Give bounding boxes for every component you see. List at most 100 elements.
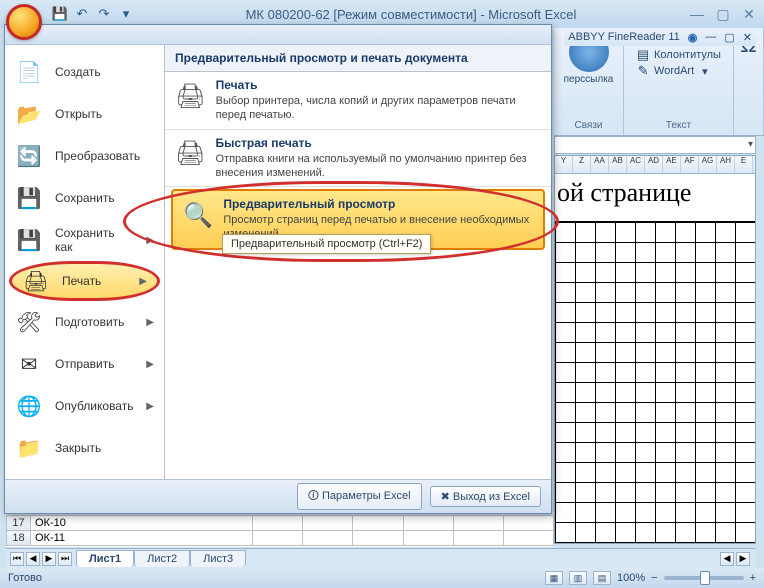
menu-item-отправить[interactable]: ✉Отправить▶: [5, 343, 164, 385]
formula-bar: ▾: [554, 136, 756, 154]
redo-icon[interactable]: ↷: [96, 6, 112, 22]
addin-tab-bar: ABBYY FineReader 11 ◉ — ▢ ✕: [564, 28, 756, 46]
office-menu-right: Предварительный просмотр и печать докуме…: [165, 45, 551, 479]
zoom-in-icon[interactable]: +: [750, 572, 756, 584]
cell[interactable]: ОК-10: [31, 516, 253, 531]
sheet-tab-bar: ⏮ ◀ ▶ ⏭ Лист1 Лист2 Лист3 ◀ ▶: [6, 548, 756, 568]
links-group-label: Связи: [574, 120, 602, 131]
sheet-tab[interactable]: Лист3: [190, 550, 246, 567]
menu-item-label: Печать: [62, 274, 127, 288]
menu-item-icon: 📄: [15, 58, 43, 86]
menu-item-закрыть[interactable]: 📁Закрыть: [5, 427, 164, 469]
row-header[interactable]: 17: [7, 516, 31, 531]
column-header[interactable]: AE: [663, 156, 681, 173]
ribbon-restore-icon[interactable]: ▢: [724, 31, 734, 44]
chevron-right-icon: ▶: [139, 276, 147, 287]
view-layout-icon[interactable]: ▥: [569, 571, 587, 585]
hscroll-left-icon[interactable]: ◀: [720, 552, 734, 566]
sheet-tab[interactable]: Лист2: [134, 550, 190, 567]
abbyy-tab[interactable]: ABBYY FineReader 11: [568, 31, 680, 43]
menu-item-icon: 🖨: [22, 267, 50, 295]
office-menu: 📄Создать📂Открыть🔄Преобразовать💾Сохранить…: [4, 24, 552, 514]
column-header[interactable]: AG: [699, 156, 717, 173]
column-header[interactable]: AH: [717, 156, 735, 173]
tab-next-icon[interactable]: ▶: [42, 552, 56, 566]
column-header[interactable]: E: [735, 156, 753, 173]
column-header[interactable]: AF: [681, 156, 699, 173]
menu-item-icon: 🔄: [15, 142, 43, 170]
save-icon[interactable]: 💾: [52, 6, 68, 22]
submenu-item[interactable]: 🖨Быстрая печатьОтправка книги на использ…: [165, 130, 551, 188]
column-header[interactable]: AA: [591, 156, 609, 173]
options-icon: 🛈: [308, 490, 322, 502]
column-header[interactable]: AC: [627, 156, 645, 173]
exit-excel-button[interactable]: ✖ Выход из Excel: [430, 486, 541, 507]
tooltip: Предварительный просмотр (Ctrl+F2): [222, 234, 431, 254]
menu-item-печать[interactable]: 🖨 Печать ▶: [9, 261, 160, 301]
minimize-icon[interactable]: —: [688, 6, 706, 22]
menu-item-открыть[interactable]: 📂Открыть: [5, 93, 164, 135]
close-icon[interactable]: ✕: [740, 6, 758, 22]
column-header[interactable]: Y: [555, 156, 573, 173]
cell-content[interactable]: ой странице: [555, 174, 755, 222]
office-button[interactable]: [6, 4, 42, 40]
qat-dropdown-icon[interactable]: ▾: [118, 6, 134, 22]
help-icon[interactable]: ◉: [688, 31, 698, 44]
chevron-right-icon: ▶: [146, 235, 154, 246]
column-header[interactable]: Z: [573, 156, 591, 173]
table-row[interactable]: 18ОК-11: [7, 531, 554, 546]
menu-item-сохранить как[interactable]: 💾Сохранить как▶: [5, 219, 164, 261]
row-header[interactable]: 18: [7, 531, 31, 546]
submenu-item-icon: 🔍: [183, 197, 213, 233]
window-controls: — ▢ ✕: [688, 6, 758, 22]
wordart-button[interactable]: ✎WordArt▾: [636, 64, 708, 78]
formula-expand-icon[interactable]: ▾: [748, 139, 753, 150]
table-row[interactable]: 17ОК-10: [7, 516, 554, 531]
ribbon-minimize-icon[interactable]: —: [705, 31, 716, 43]
header-footer-icon: ▤: [636, 48, 650, 62]
worksheet[interactable]: YZAAABACADAEAFAGAHE ой странице: [554, 155, 756, 544]
status-bar: Готово ▦ ▥ ▤ 100% − +: [0, 568, 764, 588]
hyperlink-label: перссылка: [564, 74, 614, 85]
status-ready: Готово: [8, 572, 42, 584]
menu-item-label: Опубликовать: [55, 399, 134, 413]
grid-cells[interactable]: [555, 222, 755, 543]
tab-first-icon[interactable]: ⏮: [10, 552, 24, 566]
undo-icon[interactable]: ↶: [74, 6, 90, 22]
menu-item-сохранить[interactable]: 💾Сохранить: [5, 177, 164, 219]
zoom-slider[interactable]: [664, 576, 744, 580]
cell[interactable]: ОК-11: [31, 531, 253, 546]
excel-options-button[interactable]: 🛈 Параметры Excel: [297, 483, 422, 510]
menu-item-icon: 🌐: [15, 392, 43, 420]
view-normal-icon[interactable]: ▦: [545, 571, 563, 585]
menu-item-опубликовать[interactable]: 🌐Опубликовать▶: [5, 385, 164, 427]
submenu-item-title: Быстрая печать: [215, 136, 541, 150]
column-header[interactable]: AB: [609, 156, 627, 173]
menu-item-преобразовать[interactable]: 🔄Преобразовать: [5, 135, 164, 177]
maximize-icon[interactable]: ▢: [714, 6, 732, 22]
menu-item-label: Открыть: [55, 107, 154, 121]
office-menu-header-strip: [5, 25, 551, 45]
header-footer-button[interactable]: ▤Колонтитулы: [636, 48, 721, 62]
menu-item-icon: 🛠: [15, 308, 43, 336]
menu-item-подготовить[interactable]: 🛠Подготовить▶: [5, 301, 164, 343]
exit-icon: ✖: [441, 491, 453, 503]
submenu-item[interactable]: 🖨ПечатьВыбор принтера, числа копий и дру…: [165, 72, 551, 130]
hscroll-right-icon[interactable]: ▶: [736, 552, 750, 566]
sheet-tab[interactable]: Лист1: [76, 550, 134, 567]
column-header[interactable]: AD: [645, 156, 663, 173]
chevron-down-icon: ▾: [702, 65, 708, 78]
tab-prev-icon[interactable]: ◀: [26, 552, 40, 566]
visible-rows: 17ОК-10 18ОК-11: [6, 515, 554, 547]
column-headers: YZAAABACADAEAFAGAHE: [555, 156, 755, 174]
menu-item-label: Сохранить: [55, 191, 154, 205]
menu-item-создать[interactable]: 📄Создать: [5, 51, 164, 93]
view-break-icon[interactable]: ▤: [593, 571, 611, 585]
menu-item-icon: 📁: [15, 434, 43, 462]
ribbon-close-icon[interactable]: ✕: [743, 31, 752, 44]
chevron-right-icon: ▶: [146, 359, 154, 370]
zoom-out-icon[interactable]: −: [651, 572, 657, 584]
zoom-level[interactable]: 100%: [617, 572, 645, 584]
wordart-icon: ✎: [636, 64, 650, 78]
tab-last-icon[interactable]: ⏭: [58, 552, 72, 566]
